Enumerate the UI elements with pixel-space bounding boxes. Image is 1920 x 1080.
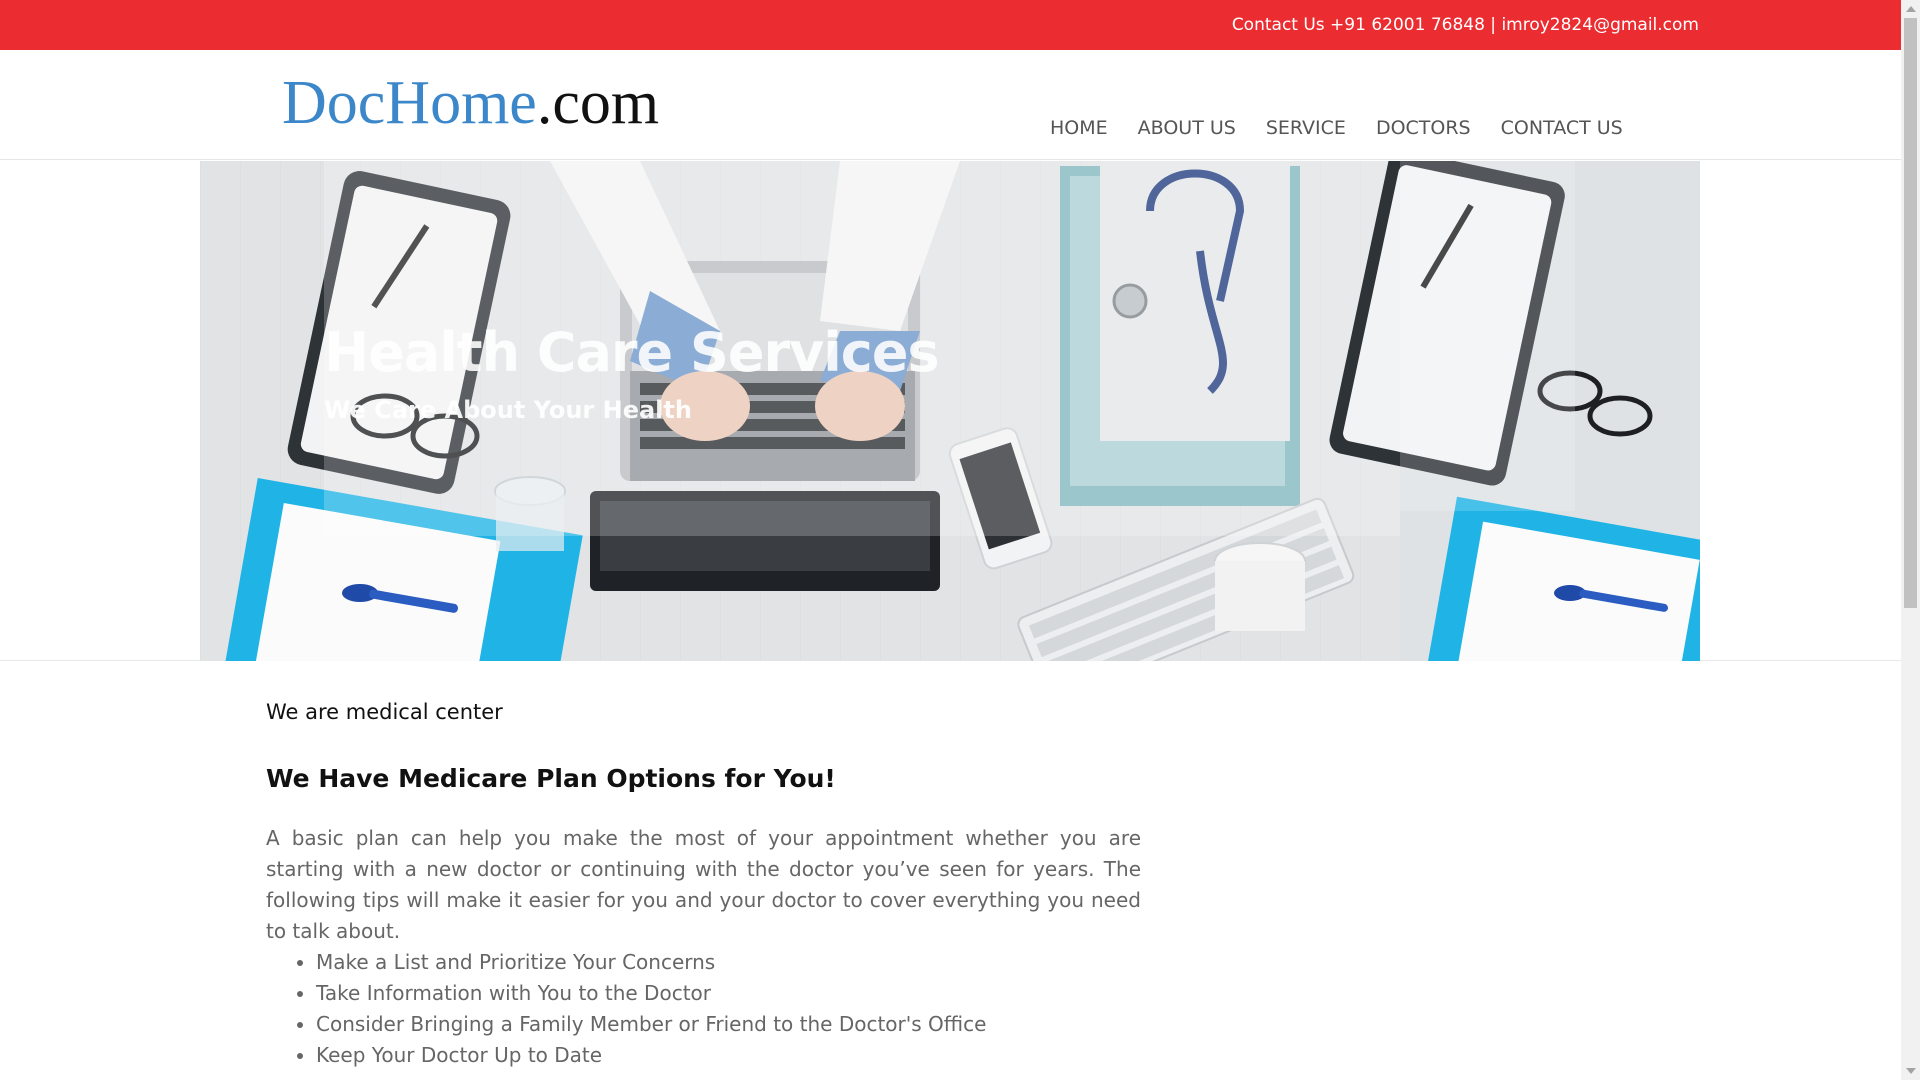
contact-bar: Contact Us +91 62001 76848 | imroy2824@g… [0, 0, 1901, 50]
list-item: Make a List and Prioritize Your Concerns [316, 947, 1141, 978]
list-item: Consider Bringing a Family Member or Fri… [316, 1009, 1141, 1040]
list-item: Keep Your Doctor Up to Date [316, 1040, 1141, 1071]
contact-info: Contact Us +91 62001 76848 | imroy2824@g… [1231, 15, 1699, 35]
main-nav: HOME ABOUT US SERVICE DOCTORS CONTACT US [1050, 117, 1653, 139]
nav-doctors[interactable]: DOCTORS [1376, 117, 1471, 139]
nav-home[interactable]: HOME [1050, 117, 1108, 139]
scroll-down-arrow-icon[interactable] [1906, 1068, 1916, 1074]
tips-list: Make a List and Prioritize Your Concerns… [266, 947, 1141, 1071]
scroll-up-arrow-icon[interactable] [1906, 6, 1916, 12]
hero-subtitle: We Care About Your Health [324, 396, 692, 424]
site-header: DocHome.com HOME ABOUT US SERVICE DOCTOR… [0, 50, 1901, 160]
vertical-scrollbar[interactable] [1901, 0, 1920, 1080]
nav-about-us[interactable]: ABOUT US [1138, 117, 1236, 139]
intro-paragraph: A basic plan can help you make the most … [266, 826, 1141, 943]
main-content: We are medical center We Have Medicare P… [266, 700, 1141, 1071]
list-item: Take Information with You to the Doctor [316, 978, 1141, 1009]
site-logo[interactable]: DocHome.com [282, 70, 659, 136]
hero-banner: Health Care Services We Care About Your … [200, 161, 1700, 661]
nav-contact-us[interactable]: CONTACT US [1501, 117, 1623, 139]
logo-brand: DocHome [282, 69, 537, 137]
scrollbar-thumb[interactable] [1904, 18, 1917, 608]
section-kicker: We are medical center [266, 700, 503, 724]
hero-title: Health Care Services [324, 321, 940, 384]
logo-tld: .com [536, 69, 660, 137]
nav-service[interactable]: SERVICE [1266, 117, 1346, 139]
section-headline: We Have Medicare Plan Options for You! [266, 764, 836, 793]
